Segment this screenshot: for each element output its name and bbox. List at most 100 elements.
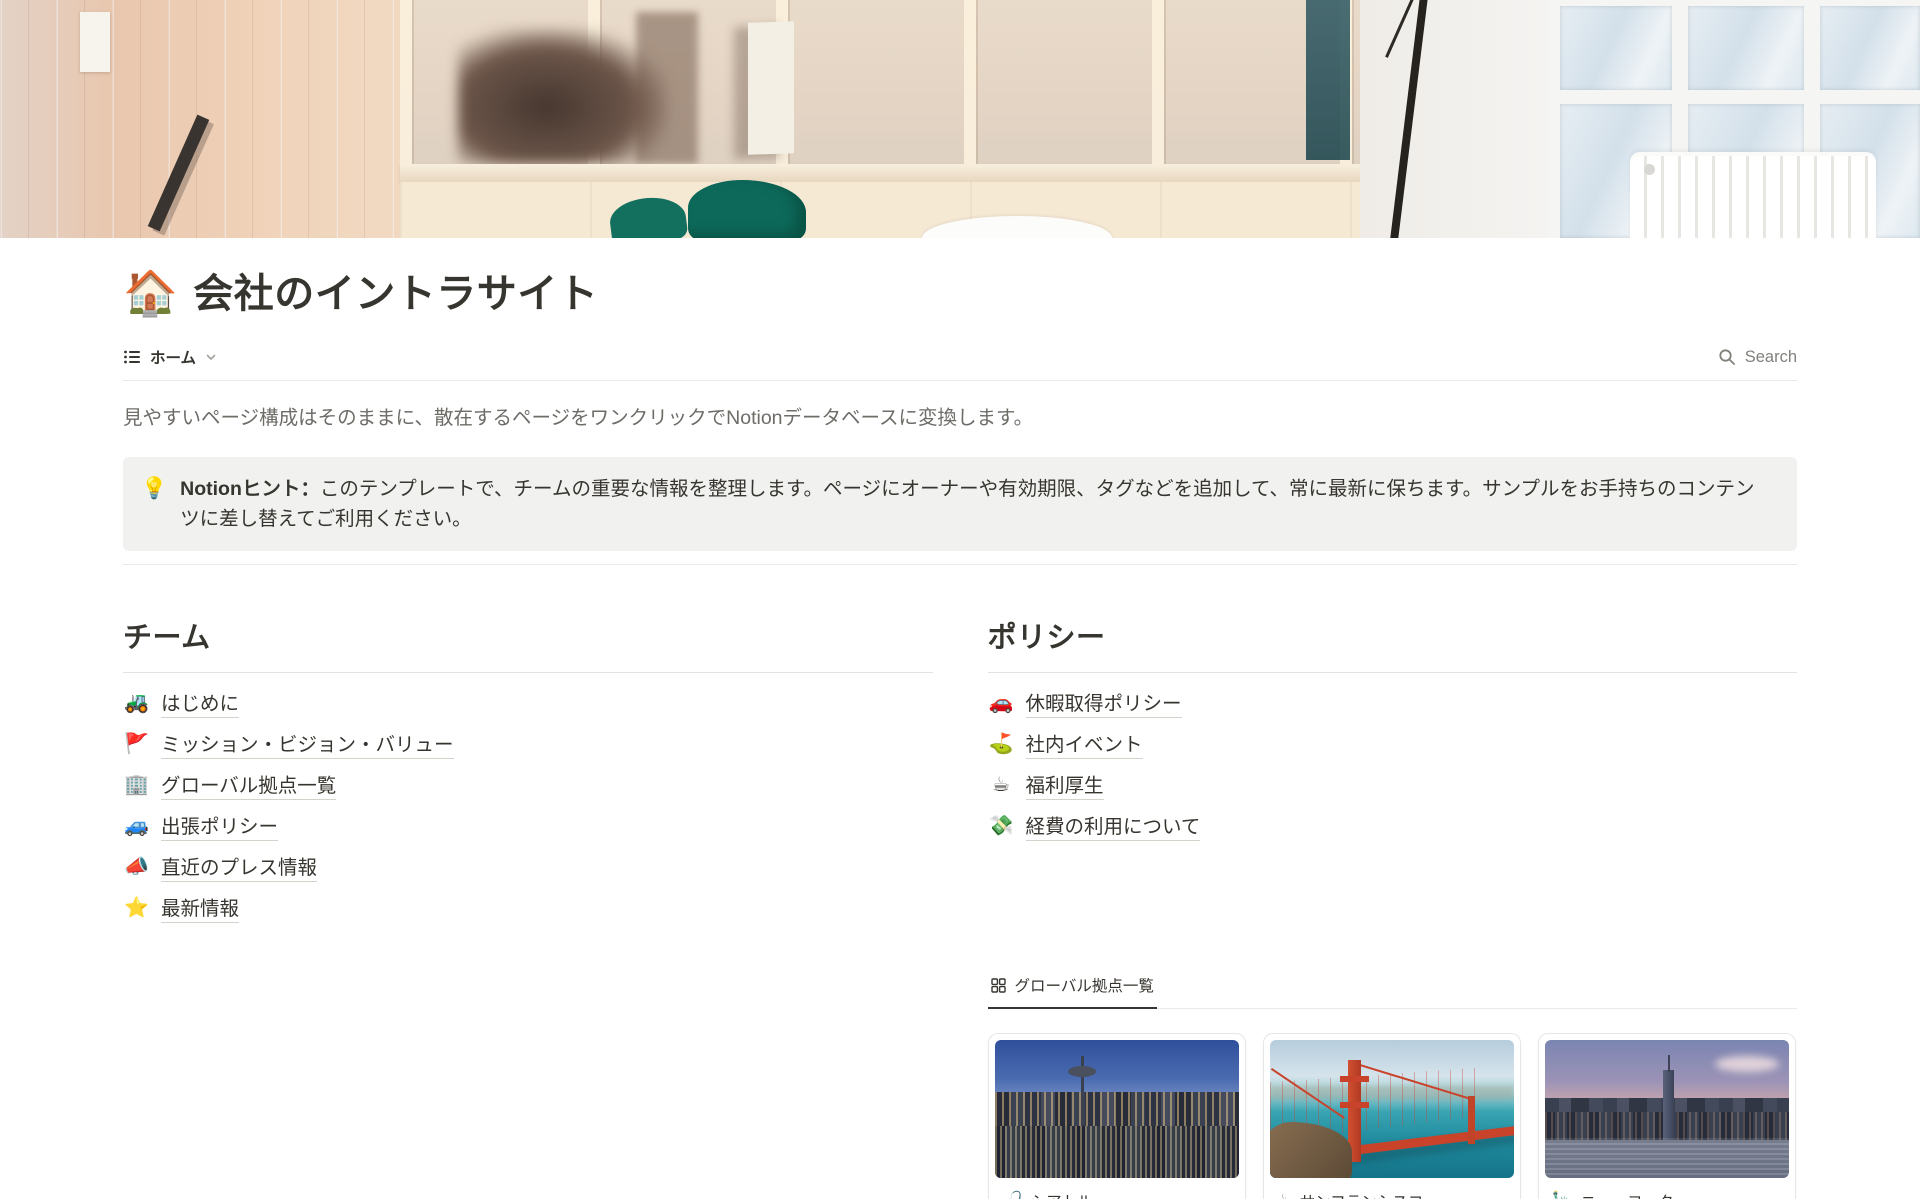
page-title: 会社のイントラサイト bbox=[193, 268, 598, 320]
page-link-mission-vision-value[interactable]: 🚩 ミッション・ビジョン・バリュー bbox=[123, 723, 933, 764]
cover-wall-sign bbox=[80, 12, 110, 72]
cover-glass-partition bbox=[400, 0, 1360, 170]
golden-gate-photo bbox=[1270, 1040, 1514, 1178]
page-link-press[interactable]: 📣 直近のプレス情報 bbox=[123, 846, 933, 887]
gallery-tab-label: グローバル拠点一覧 bbox=[1015, 974, 1154, 996]
card-new-york[interactable]: 🗽 ニューヨーク bbox=[1538, 1033, 1796, 1199]
one-wtc-tower bbox=[1663, 1070, 1674, 1140]
search-label: Search bbox=[1745, 348, 1797, 367]
callout-text: Notionヒント：このテンプレートで、チームの重要な情報を整理します。ページに… bbox=[180, 474, 1757, 534]
page-title-row: 🏠 会社のイントラサイト bbox=[123, 268, 1797, 320]
cloud-shape bbox=[1715, 1056, 1779, 1072]
gallery-tab-bar: グローバル拠点一覧 bbox=[988, 966, 1798, 1009]
policy-heading: ポリシー bbox=[988, 619, 1798, 657]
water-shape bbox=[1545, 1138, 1789, 1178]
cover-image bbox=[0, 0, 1920, 238]
cover-right-wall bbox=[1360, 0, 1560, 238]
notion-tip-callout: 💡 Notionヒント：このテンプレートで、チームの重要な情報を整理します。ペー… bbox=[123, 457, 1797, 551]
cover-dark-glass bbox=[1306, 0, 1350, 160]
chevron-down-icon bbox=[205, 351, 217, 363]
card-title-row: 🗽 ニューヨーク bbox=[1539, 1178, 1795, 1199]
card-title: ニューヨーク bbox=[1581, 1190, 1674, 1199]
page-link-benefits[interactable]: ☕ 福利厚生 bbox=[988, 764, 1798, 805]
seattle-skyline-photo bbox=[995, 1040, 1239, 1178]
page-link-label: グローバル拠点一覧 bbox=[161, 769, 336, 800]
bridge-far-tower bbox=[1468, 1096, 1475, 1144]
page-link-label: 直近のプレス情報 bbox=[161, 851, 317, 882]
view-tab-home[interactable]: ホーム bbox=[123, 346, 217, 368]
skyline-shape bbox=[995, 1126, 1239, 1178]
page-link-company-events[interactable]: ⛳ 社内イベント bbox=[988, 723, 1798, 764]
card-title: サンフランシスコ bbox=[1300, 1190, 1424, 1199]
page-link-label: 福利厚生 bbox=[1026, 769, 1104, 800]
team-column: チーム 🚜 はじめに 🚩 ミッション・ビジョン・バリュー 🏢 グローバル拠点一覧… bbox=[123, 619, 933, 1199]
callout-lead: Notionヒント： bbox=[180, 478, 320, 500]
page-link-label: 最新情報 bbox=[161, 892, 239, 923]
lightbulb-icon: 💡 bbox=[141, 474, 167, 534]
list-view-icon bbox=[123, 348, 141, 366]
star-icon: ⭐ bbox=[123, 895, 150, 920]
page-body: 🏠 会社のイントラサイト ホーム Sea bbox=[123, 238, 1797, 1199]
search-icon bbox=[1718, 348, 1736, 366]
page-link-travel-policy[interactable]: 🚙 出張ポリシー bbox=[123, 805, 933, 846]
bridge-tower-crossbar bbox=[1340, 1076, 1369, 1082]
global-offices-gallery: グローバル拠点一覧 bbox=[988, 966, 1798, 1199]
view-tab-bar: ホーム Search bbox=[123, 346, 1797, 381]
heading-divider bbox=[988, 672, 1798, 673]
columns: チーム 🚜 はじめに 🚩 ミッション・ビジョン・バリュー 🏢 グローバル拠点一覧… bbox=[123, 619, 1797, 1199]
red-car-icon: 🚗 bbox=[988, 690, 1015, 715]
triangular-flag-icon: 🚩 bbox=[123, 731, 150, 756]
page-link-label: ミッション・ビジョン・バリュー bbox=[161, 728, 454, 759]
notion-page: 🏠 会社のイントラサイト ホーム Sea bbox=[0, 0, 1920, 1199]
radiator-knob bbox=[1644, 164, 1655, 175]
gallery-grid-icon bbox=[991, 978, 1006, 993]
page-link-label: 出張ポリシー bbox=[161, 810, 278, 841]
heading-divider bbox=[123, 672, 933, 673]
window-pane bbox=[1560, 6, 1672, 90]
page-link-label: はじめに bbox=[161, 687, 239, 718]
cover-glass-reflection bbox=[636, 12, 698, 164]
page-link-label: 休暇取得ポリシー bbox=[1026, 687, 1182, 718]
coffee-icon: ☕ bbox=[988, 772, 1015, 797]
card-san-francisco[interactable]: ☕ サンフランシスコ bbox=[1263, 1033, 1521, 1199]
page-link-label: 社内イベント bbox=[1026, 728, 1143, 759]
money-with-wings-icon: 💸 bbox=[988, 813, 1015, 838]
policy-column: ポリシー 🚗 休暇取得ポリシー ⛳ 社内イベント ☕ 福利厚生 💸 経費の利用に… bbox=[988, 619, 1798, 1199]
window-pane bbox=[1688, 6, 1804, 90]
card-title-row: 🎣 シアトル bbox=[989, 1178, 1245, 1199]
window-pane bbox=[1820, 6, 1920, 90]
card-title-row: ☕ サンフランシスコ bbox=[1264, 1178, 1520, 1199]
statue-of-liberty-icon: 🗽 bbox=[1552, 1191, 1573, 1199]
megaphone-icon: 📣 bbox=[123, 854, 150, 879]
cover-radiator bbox=[1630, 152, 1876, 238]
suv-icon: 🚙 bbox=[123, 813, 150, 838]
card-title: シアトル bbox=[1031, 1190, 1093, 1199]
page-description: 見やすいページ構成はそのままに、散在するページをワンクリックでNotionデータ… bbox=[123, 403, 1797, 433]
office-building-icon: 🏢 bbox=[123, 772, 150, 797]
new-york-skyline-photo bbox=[1545, 1040, 1789, 1178]
house-page-icon[interactable]: 🏠 bbox=[123, 268, 178, 320]
search-button[interactable]: Search bbox=[1718, 348, 1797, 367]
view-tab-label: ホーム bbox=[150, 346, 196, 368]
callout-body: このテンプレートで、チームの重要な情報を整理します。ページにオーナーや有効期限、… bbox=[180, 478, 1754, 530]
space-needle-disc bbox=[1068, 1066, 1096, 1077]
page-link-global-offices[interactable]: 🏢 グローバル拠点一覧 bbox=[123, 764, 933, 805]
coffee-icon: ☕ bbox=[1277, 1191, 1292, 1199]
page-link-latest-news[interactable]: ⭐ 最新情報 bbox=[123, 887, 933, 928]
gallery-view-tab[interactable]: グローバル拠点一覧 bbox=[988, 966, 1157, 1009]
page-link-expenses[interactable]: 💸 経費の利用について bbox=[988, 805, 1798, 846]
card-seattle[interactable]: 🎣 シアトル bbox=[988, 1033, 1246, 1199]
section-divider bbox=[123, 564, 1797, 565]
page-link-hajimeni[interactable]: 🚜 はじめに bbox=[123, 682, 933, 723]
fishing-pole-icon: 🎣 bbox=[1002, 1191, 1023, 1199]
team-heading: チーム bbox=[123, 619, 933, 657]
page-link-vacation-policy[interactable]: 🚗 休暇取得ポリシー bbox=[988, 682, 1798, 723]
cover-partition-lower-wall bbox=[400, 182, 1360, 238]
gallery-cards: 🎣 シアトル bbox=[988, 1033, 1798, 1199]
page-link-label: 経費の利用について bbox=[1026, 810, 1201, 841]
tractor-icon: 🚜 bbox=[123, 690, 150, 715]
one-wtc-spire bbox=[1668, 1055, 1670, 1072]
golf-flag-icon: ⛳ bbox=[988, 731, 1015, 756]
bridge-tower-crossbar bbox=[1340, 1102, 1369, 1108]
cover-partition-rail bbox=[400, 164, 1360, 182]
